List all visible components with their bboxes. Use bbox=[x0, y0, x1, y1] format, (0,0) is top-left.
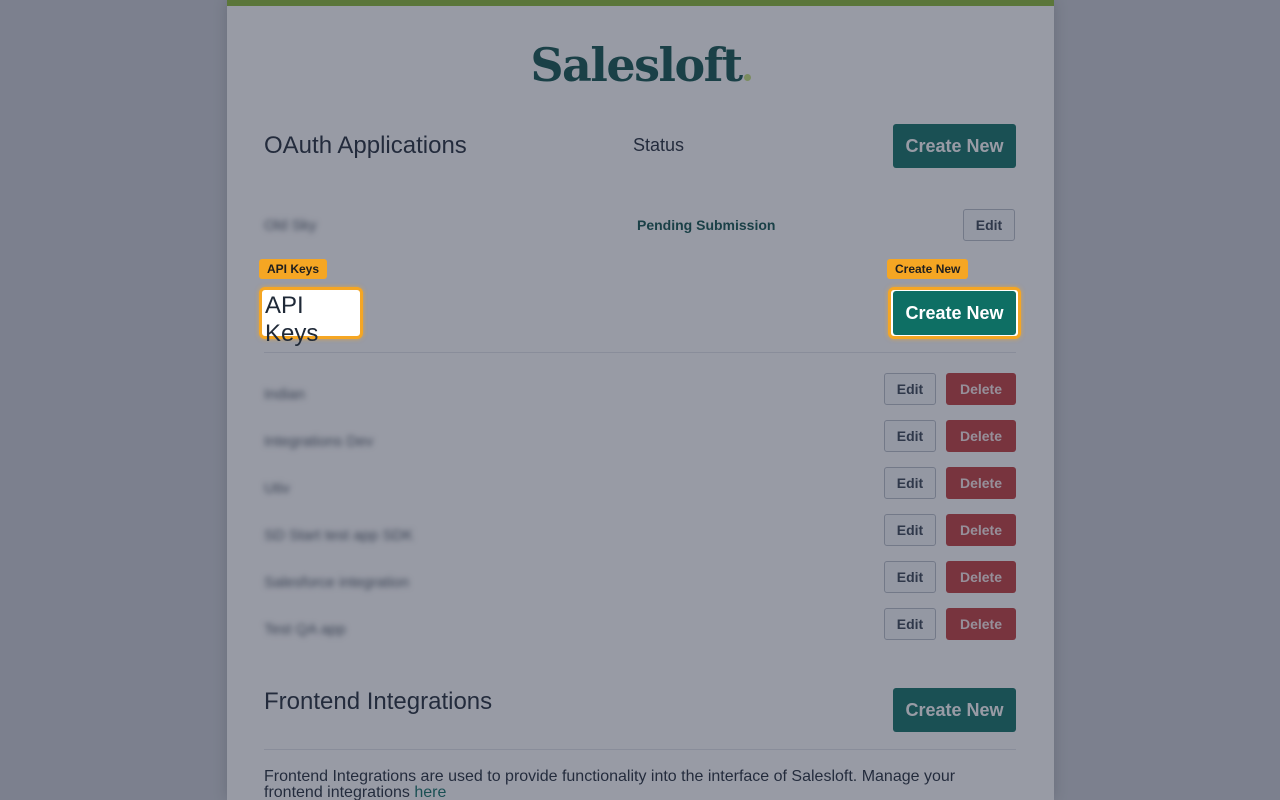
api-key-name: Salesforce integration bbox=[264, 574, 410, 591]
highlight-api-keys-title: API Keys bbox=[259, 287, 363, 347]
api-key-delete-button[interactable]: Delete bbox=[946, 373, 1016, 405]
api-keys-divider bbox=[264, 352, 1016, 353]
oauth-app-edit-button[interactable]: Edit bbox=[963, 209, 1015, 241]
api-key-delete-button[interactable]: Delete bbox=[946, 420, 1016, 452]
salesloft-logo: Salesloft bbox=[227, 38, 1054, 92]
highlighted-create-new-button[interactable]: Create New bbox=[893, 291, 1016, 335]
api-key-edit-button[interactable]: Edit bbox=[884, 467, 936, 499]
frontend-create-new-button[interactable]: Create New bbox=[893, 688, 1016, 732]
api-key-edit-button[interactable]: Edit bbox=[884, 373, 936, 405]
api-key-name: Utiv bbox=[264, 480, 290, 497]
oauth-app-name: Old Sky bbox=[264, 217, 317, 234]
oauth-section-title: OAuth Applications bbox=[264, 132, 467, 159]
api-key-name: Test QA app bbox=[264, 621, 346, 638]
api-key-delete-button[interactable]: Delete bbox=[946, 608, 1016, 640]
logo-text: Salesloft bbox=[530, 38, 743, 92]
highlight-tag-create-new: Create New bbox=[887, 259, 969, 279]
frontend-here-link[interactable]: here bbox=[414, 784, 446, 800]
frontend-section-title: Frontend Integrations bbox=[264, 688, 493, 715]
status-column-header: Status bbox=[633, 135, 685, 155]
api-key-edit-button[interactable]: Edit bbox=[884, 514, 936, 546]
frontend-description-text: Frontend Integrations are used to provid… bbox=[264, 768, 956, 800]
frontend-description: Frontend Integrations are used to provid… bbox=[264, 769, 1016, 800]
api-key-delete-button[interactable]: Delete bbox=[946, 514, 1016, 546]
brand-top-bar bbox=[227, 0, 1054, 6]
highlighted-api-keys-title: API Keys bbox=[265, 292, 319, 347]
api-key-name: Integrations Dev bbox=[264, 433, 374, 450]
highlight-tag-api-keys: API Keys bbox=[259, 259, 328, 279]
oauth-create-new-button[interactable]: Create New bbox=[893, 124, 1016, 168]
api-key-delete-button[interactable]: Delete bbox=[946, 467, 1016, 499]
highlight-create-new-button: Create New bbox=[888, 287, 1021, 339]
main-panel: Salesloft OAuth Applications Status Crea… bbox=[227, 0, 1054, 800]
frontend-divider bbox=[264, 749, 1016, 750]
api-key-name: SD Start test app SDK bbox=[264, 527, 414, 544]
oauth-app-status: Pending Submission bbox=[637, 217, 776, 233]
logo-dot bbox=[743, 74, 751, 81]
api-key-edit-button[interactable]: Edit bbox=[884, 561, 936, 593]
api-key-edit-button[interactable]: Edit bbox=[884, 420, 936, 452]
api-key-delete-button[interactable]: Delete bbox=[946, 561, 1016, 593]
api-key-name: Indian bbox=[264, 386, 305, 403]
api-key-edit-button[interactable]: Edit bbox=[884, 608, 936, 640]
